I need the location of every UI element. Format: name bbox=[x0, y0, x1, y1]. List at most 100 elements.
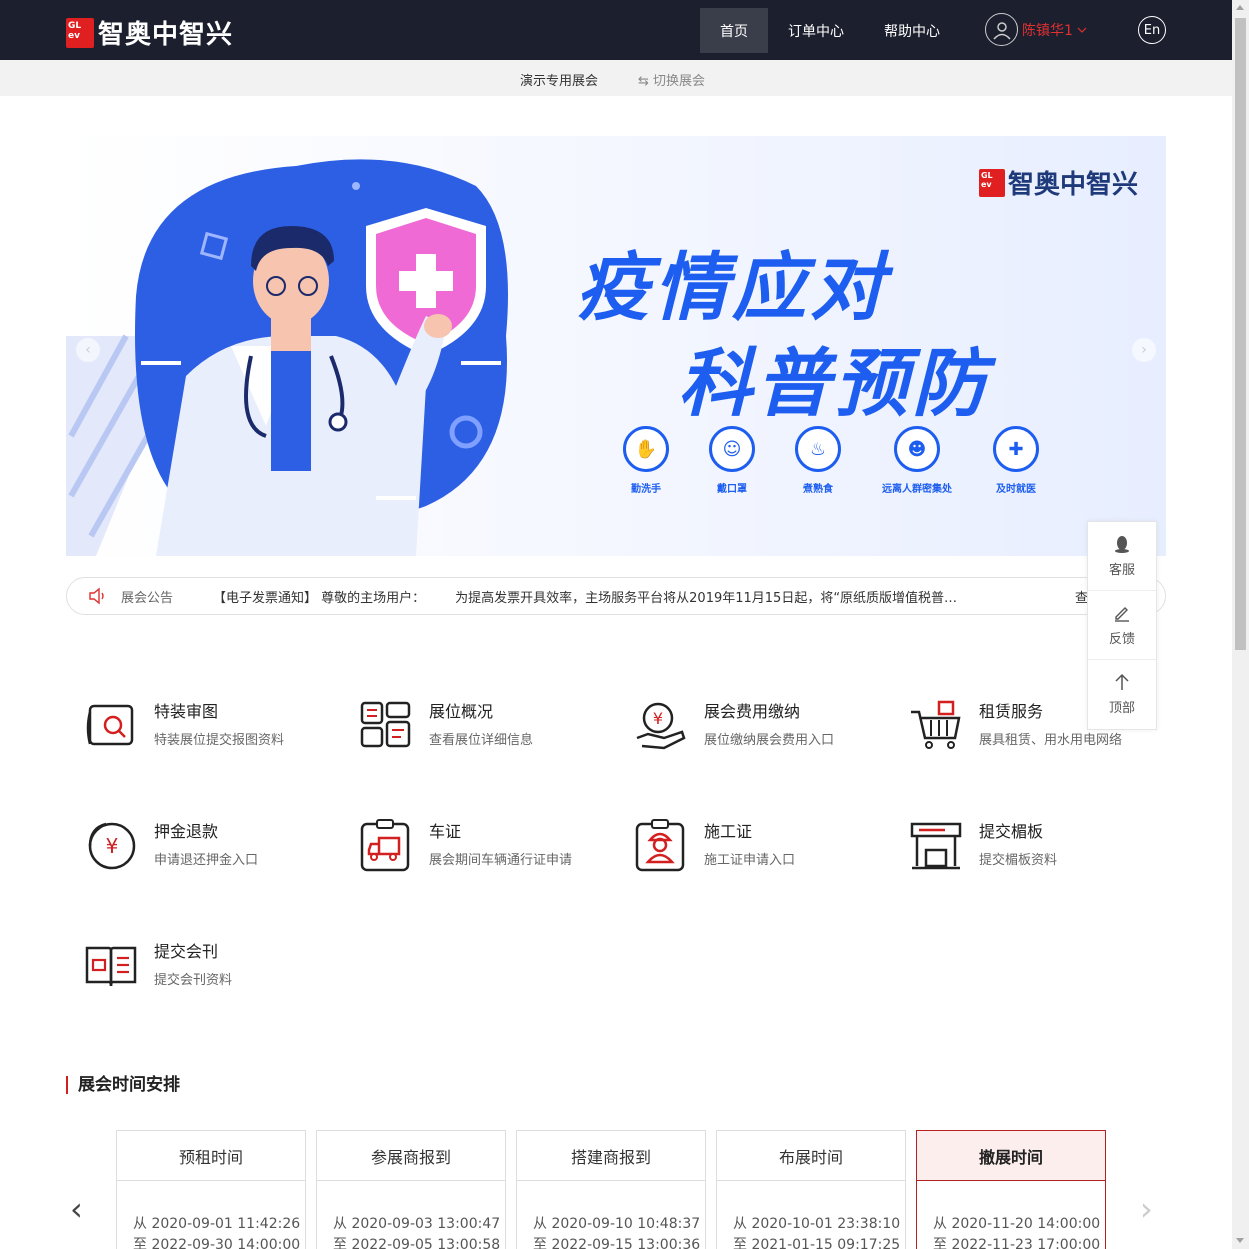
user-name: 陈镇华1 bbox=[1022, 22, 1073, 39]
announcement-label: 展会公告 bbox=[121, 590, 174, 606]
logo-mark-icon: GL ev bbox=[66, 17, 94, 48]
service-title: 展会费用缴纳 bbox=[704, 702, 801, 721]
schedule-card-teardown[interactable]: 撤展时间 从 2020-11-20 14:00:00 至 2022-11-23 … bbox=[916, 1130, 1106, 1249]
doctor-illustration bbox=[66, 159, 508, 556]
user-menu[interactable]: 陈镇华1 bbox=[985, 13, 1087, 46]
tip-label: 勤洗手 bbox=[631, 484, 661, 495]
service-title: 提交会刊 bbox=[154, 942, 219, 961]
schedule-card-to: 至 2022-11-23 17:00:00 bbox=[933, 1237, 1101, 1249]
service-fee-payment[interactable]: ¥ 展会费用缴纳 展位缴纳展会费用入口 bbox=[634, 698, 894, 758]
hospital-icon: ✚ bbox=[993, 426, 1039, 472]
current-expo-name: 演示专用展会 bbox=[520, 74, 599, 89]
announcement-title[interactable]: 【电子发票通知】 尊敬的主场用户： bbox=[213, 587, 425, 606]
switch-expo-label: 切换展会 bbox=[653, 74, 706, 89]
banner-prev-icon[interactable]: ‹ bbox=[76, 338, 100, 362]
service-desc: 展会期间车辆通行证申请 bbox=[429, 853, 573, 868]
blueprint-icon bbox=[86, 704, 134, 746]
service-special-review[interactable]: 特装审图 特装展位提交报图资料 bbox=[84, 698, 344, 758]
scrollbar-thumb[interactable] bbox=[1235, 18, 1246, 650]
announcement-bar[interactable]: 展会公告 【电子发票通知】 尊敬的主场用户： 为提高发票开具效率，主场服务平台将… bbox=[66, 577, 1166, 615]
service-construction-pass[interactable]: 施工证 施工证申请入口 bbox=[634, 818, 894, 878]
tip-see-doctor: ✚ 及时就医 bbox=[986, 426, 1046, 495]
tip-label: 煮熟食 bbox=[803, 484, 833, 495]
tip-avoid-crowds: ☻ 远离人群密集处 bbox=[874, 426, 960, 495]
tip-mask: ☺ 戴口罩 bbox=[702, 426, 762, 495]
logo-text: 智奥中智兴 bbox=[98, 20, 234, 50]
truck-pass-icon bbox=[360, 819, 410, 872]
service-desc: 提交会刊资料 bbox=[154, 973, 233, 988]
tip-cook: ♨ 煮熟食 bbox=[788, 426, 848, 495]
schedule-card-title: 预租时间 bbox=[117, 1131, 305, 1181]
switch-icon: ⇆ bbox=[638, 74, 649, 89]
schedule-prev-icon[interactable]: ‹ bbox=[70, 1190, 83, 1228]
nav-orders[interactable]: 订单中心 bbox=[776, 8, 856, 53]
feedback-label: 反馈 bbox=[1108, 631, 1135, 647]
nav-orders-label: 订单中心 bbox=[788, 23, 844, 40]
schedule-card-builder-checkin[interactable]: 搭建商报到 从 2020-09-10 10:48:37 至 2022-09-15… bbox=[516, 1130, 706, 1249]
schedule-card-from: 从 2020-09-10 10:48:37 bbox=[533, 1216, 701, 1232]
nav-home[interactable]: 首页 bbox=[700, 8, 768, 53]
customer-service-label: 客服 bbox=[1108, 562, 1135, 578]
schedule-card-to: 至 2021-01-15 09:17:25 bbox=[733, 1237, 901, 1249]
qq-penguin-icon bbox=[1115, 535, 1129, 553]
schedule-card-title: 参展商报到 bbox=[317, 1131, 505, 1181]
service-title: 提交楣板 bbox=[979, 822, 1044, 841]
schedule-card-setup[interactable]: 布展时间 从 2020-10-01 23:38:10 至 2021-01-15 … bbox=[716, 1130, 906, 1249]
svg-text:¥: ¥ bbox=[653, 709, 663, 728]
service-catalog[interactable]: 提交会刊 提交会刊资料 bbox=[84, 938, 344, 998]
schedule-card-from: 从 2020-11-20 14:00:00 bbox=[933, 1216, 1101, 1232]
service-vehicle-pass[interactable]: 车证 展会期间车辆通行证申请 bbox=[359, 818, 619, 878]
tip-label: 戴口罩 bbox=[717, 484, 747, 495]
service-desc: 特装展位提交报图资料 bbox=[154, 733, 285, 748]
banner-logo-mark-icon: GL ev bbox=[978, 168, 1005, 197]
language-toggle[interactable]: En bbox=[1138, 16, 1166, 44]
arrow-up-icon bbox=[1115, 673, 1129, 690]
schedule-card-exhibitor-checkin[interactable]: 参展商报到 从 2020-09-03 13:00:47 至 2022-09-05… bbox=[316, 1130, 506, 1249]
service-title: 展位概况 bbox=[429, 702, 494, 721]
banner-next-icon[interactable]: › bbox=[1132, 338, 1156, 362]
service-title: 车证 bbox=[429, 822, 462, 841]
schedule-card-from: 从 2020-10-01 23:38:10 bbox=[733, 1216, 901, 1232]
chevron-down-icon bbox=[1077, 27, 1087, 33]
service-booth-overview[interactable]: 展位概况 查看展位详细信息 bbox=[359, 698, 619, 758]
tip-label: 及时就医 bbox=[996, 484, 1036, 495]
nav-help-label: 帮助中心 bbox=[884, 23, 940, 40]
announcement-body[interactable]: 为提高发票开具效率，主场服务平台将从2019年11月15日起，将“原纸质版增值税… bbox=[455, 587, 957, 606]
nav-help[interactable]: 帮助中心 bbox=[872, 8, 952, 53]
schedule-card-to: 至 2022-09-30 14:00:00 bbox=[133, 1237, 301, 1249]
pot-icon: ♨ bbox=[795, 426, 841, 472]
worker-pass-icon bbox=[635, 819, 685, 872]
crowd-icon: ☻ bbox=[894, 426, 940, 472]
schedule-card-from: 从 2020-09-03 13:00:47 bbox=[333, 1216, 501, 1232]
svg-text:¥: ¥ bbox=[106, 834, 119, 858]
schedule-card-title: 搭建商报到 bbox=[517, 1131, 705, 1181]
catalog-book-icon bbox=[85, 946, 137, 987]
site-logo[interactable]: GL ev 智奥中智兴 bbox=[66, 14, 233, 51]
service-title: 施工证 bbox=[704, 822, 753, 841]
switch-expo-button[interactable]: ⇆ 切换展会 bbox=[638, 70, 705, 89]
service-title: 租赁服务 bbox=[979, 702, 1044, 721]
schedule-card-title: 撤展时间 bbox=[917, 1131, 1105, 1181]
scroll-up-icon[interactable] bbox=[1236, 5, 1244, 10]
top-navbar: GL ev 智奥中智兴 首页 订单中心 帮助中心 陈镇华1 En bbox=[0, 0, 1232, 60]
service-desc: 展位缴纳展会费用入口 bbox=[704, 733, 835, 748]
service-deposit-refund[interactable]: ¥ 押金退款 申请退还押金入口 bbox=[84, 818, 344, 878]
scroll-down-icon[interactable] bbox=[1236, 1238, 1244, 1243]
feedback-button[interactable]: 反馈 bbox=[1088, 591, 1156, 660]
schedule-card-prerent[interactable]: 预租时间 从 2020-09-01 11:42:26 至 2022-09-30 … bbox=[116, 1130, 306, 1249]
service-fascia-board[interactable]: 提交楣板 提交楣板资料 bbox=[909, 818, 1169, 878]
customer-service-button[interactable]: 客服 bbox=[1088, 522, 1156, 591]
banner-logo: GL ev 智奥中智兴 bbox=[978, 164, 1138, 201]
schedule-card-to: 至 2022-09-05 13:00:58 bbox=[333, 1237, 501, 1249]
refund-icon: ¥ bbox=[88, 822, 136, 870]
schedule-next-icon[interactable]: › bbox=[1140, 1190, 1153, 1228]
banner-headline-1: 疫情应对 bbox=[576, 245, 888, 331]
mask-icon: ☺ bbox=[709, 426, 755, 472]
tip-label: 远离人群密集处 bbox=[882, 484, 952, 495]
speaker-icon bbox=[89, 587, 104, 605]
service-desc: 提交楣板资料 bbox=[979, 853, 1058, 868]
service-rental[interactable]: 租赁服务 展具租赁、用水用电网络 bbox=[909, 698, 1169, 758]
hero-banner[interactable]: GL ev 智奥中智兴 疫情应对 科普预防 ✋ 勤洗手 ☺ 戴口罩 ♨ 煮熟食 ☻ 远离人… bbox=[66, 136, 1166, 556]
schedule-card-from: 从 2020-09-01 11:42:26 bbox=[133, 1216, 301, 1232]
schedule-section-title: 展会时间安排 bbox=[66, 1076, 180, 1094]
